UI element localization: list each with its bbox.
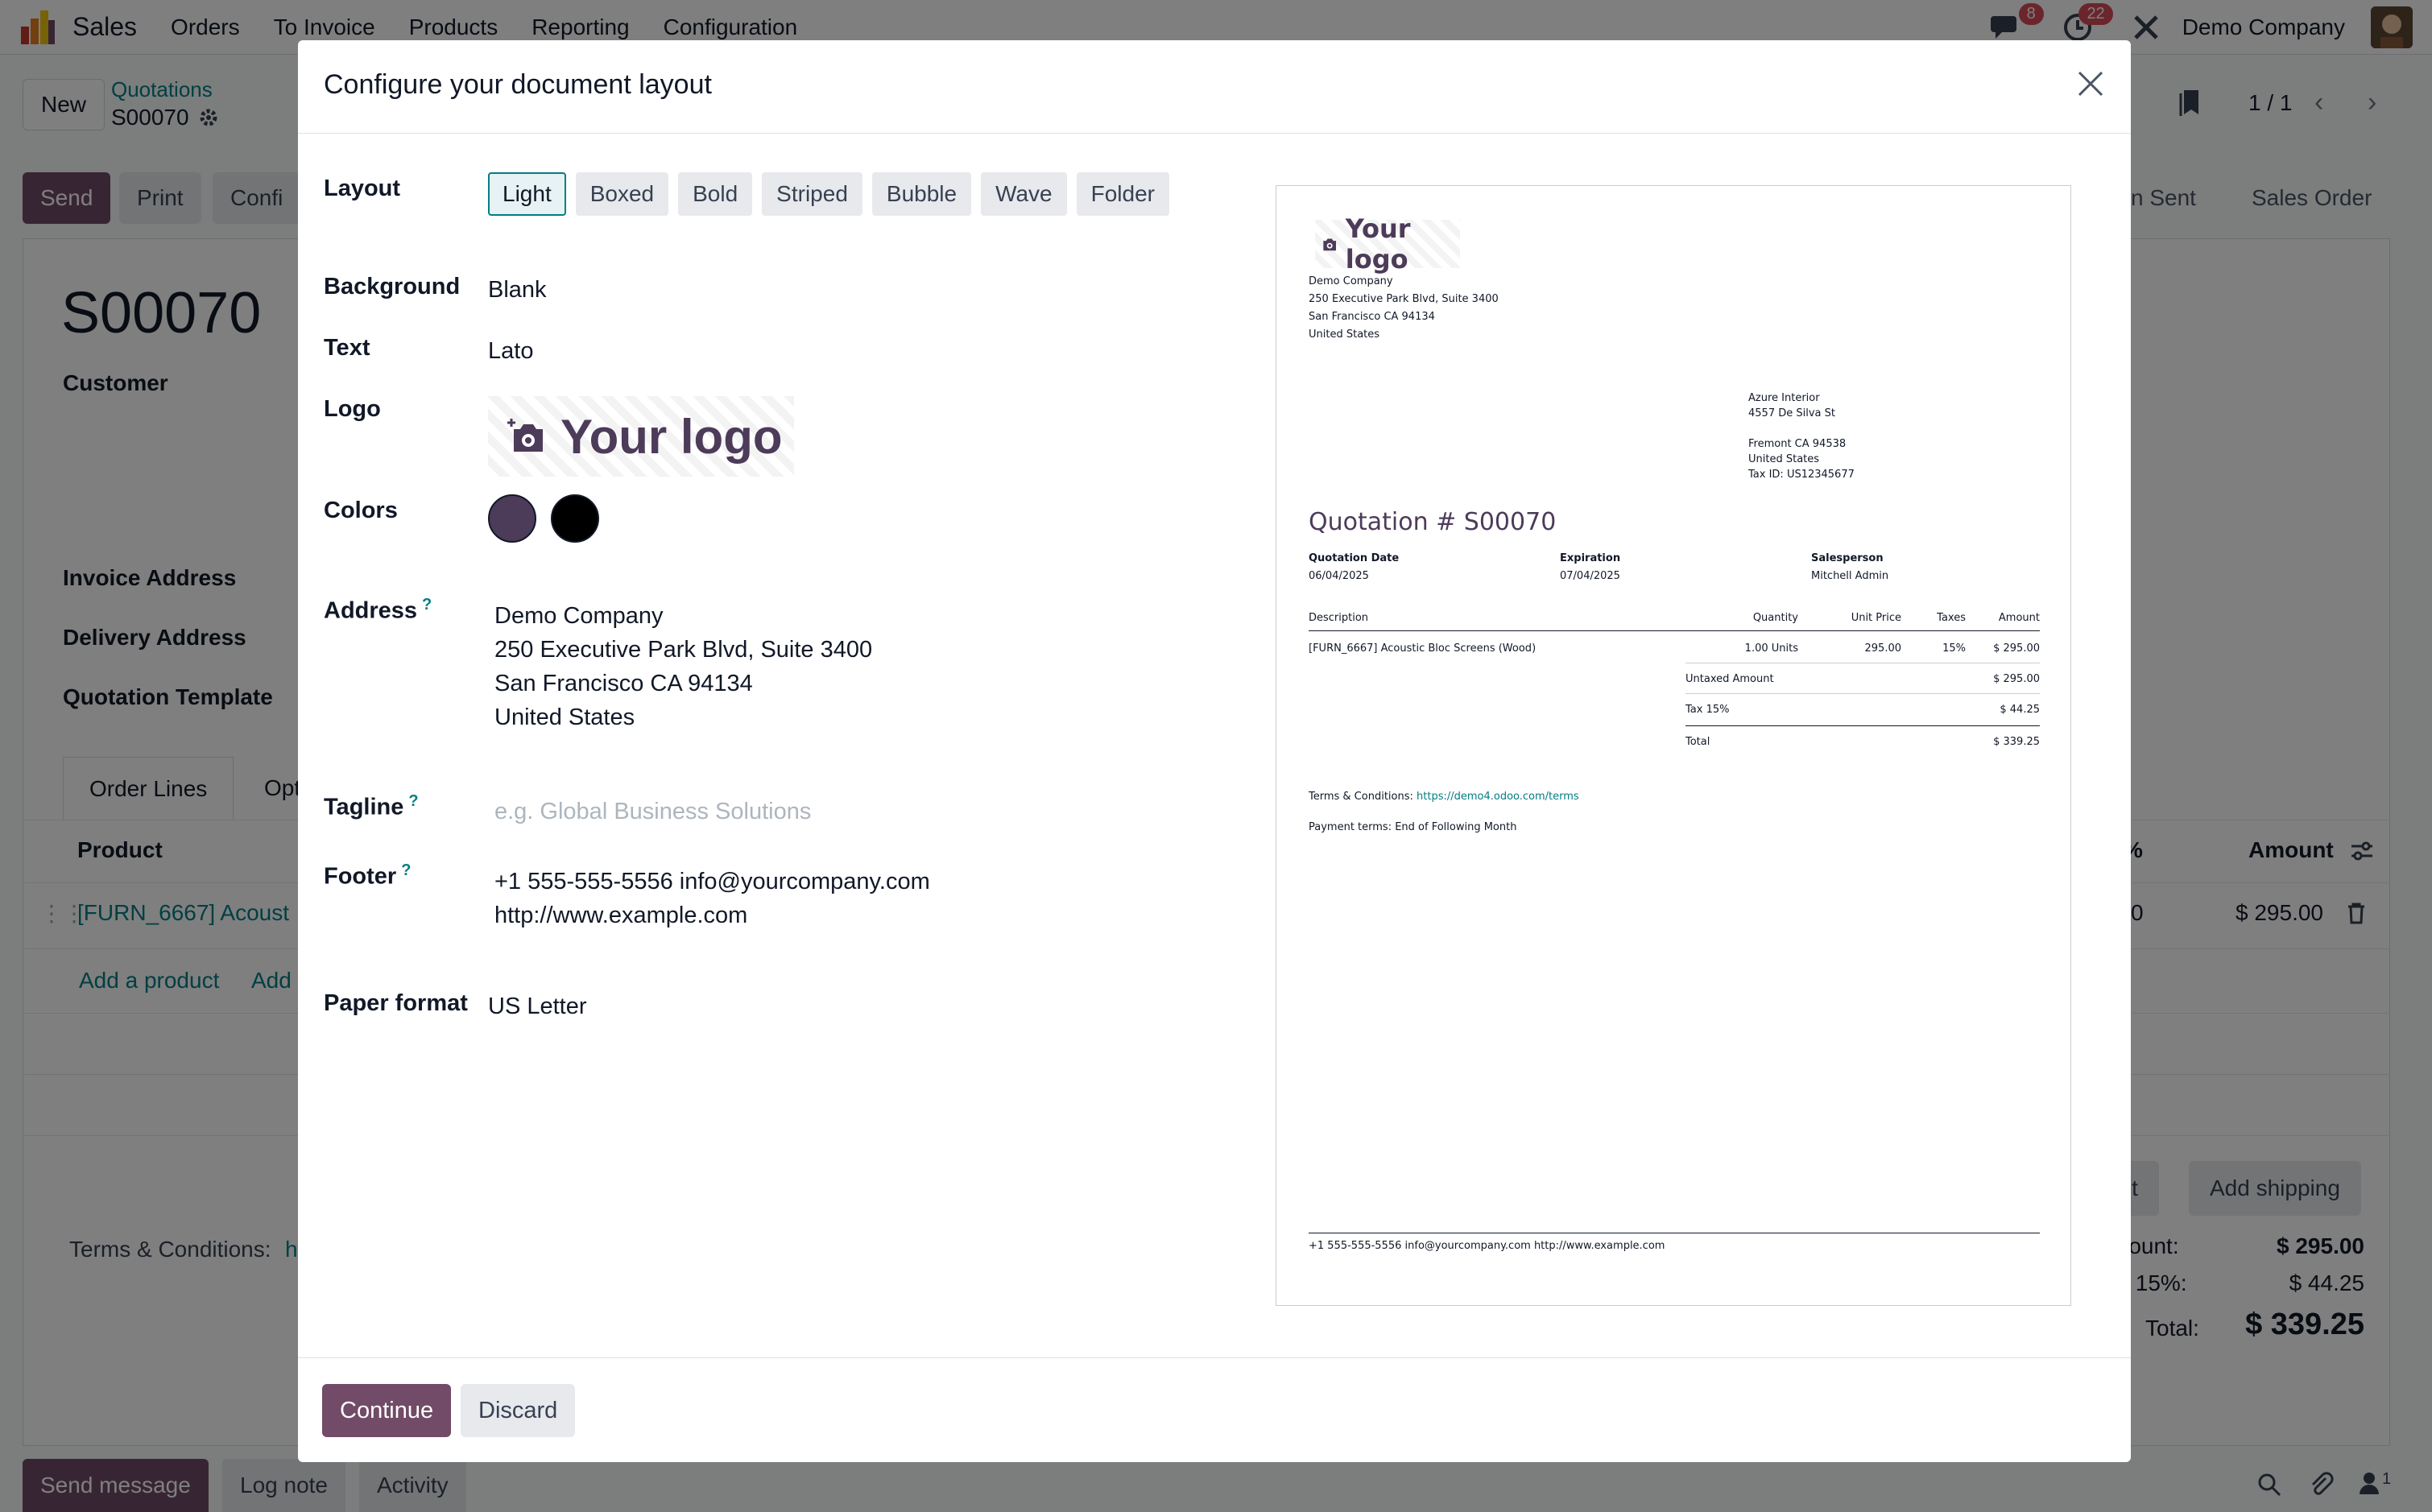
preview-title: Quotation # S00070 [1309, 508, 1557, 536]
preview-col-taxes: Taxes [1937, 612, 1966, 624]
paper-format-label: Paper format [324, 990, 468, 1016]
preview-salesperson-label: Salesperson [1811, 552, 1884, 564]
layout-config-dialog: Configure your document layout Layout Li… [298, 40, 2131, 1462]
preview-terms-label: Terms & Conditions: [1309, 791, 1413, 803]
preview-customer-line: United States [1748, 453, 1820, 465]
layout-option-folder[interactable]: Folder [1076, 172, 1169, 216]
help-icon[interactable]: ? [422, 596, 432, 613]
preview-customer-line: 4557 De Silva St [1748, 407, 1835, 419]
layout-option-striped[interactable]: Striped [762, 172, 862, 216]
tagline-label: Tagline? [324, 792, 419, 821]
modal-footer: Continue Discard [298, 1357, 2131, 1462]
tagline-label-text: Tagline [324, 794, 404, 820]
address-line: 250 Executive Park Blvd, Suite 3400 [494, 637, 873, 663]
preview-terms: Terms & Conditions: https://demo4.odoo.c… [1309, 788, 1579, 806]
footer-line: http://www.example.com [494, 903, 748, 928]
preview-divider [1685, 725, 2040, 726]
preview-untaxed-value: $ 295.00 [1993, 673, 2040, 685]
preview-quotation-date: 06/04/2025 [1309, 570, 1369, 582]
preview-company-line: United States [1309, 328, 1380, 341]
help-icon[interactable]: ? [408, 792, 418, 810]
discard-button[interactable]: Discard [461, 1384, 576, 1437]
preview-customer-line: Fremont CA 94538 [1748, 438, 1847, 450]
help-icon[interactable]: ? [401, 861, 411, 879]
preview-tax-value: $ 44.25 [2000, 704, 2040, 716]
preview-divider [1309, 630, 2040, 631]
camera-icon [507, 419, 543, 452]
preview-line-description: [FURN_6667] Acoustic Bloc Screens (Wood) [1309, 642, 1537, 655]
preview-company-address: Demo Company 250 Executive Park Blvd, Su… [1309, 273, 1499, 344]
tagline-input[interactable]: e.g. Global Business Solutions [494, 799, 811, 825]
preview-col-unit-price: Unit Price [1851, 612, 1901, 624]
close-icon[interactable] [2076, 69, 2105, 98]
paper-format-select[interactable]: US Letter [488, 994, 587, 1020]
preview-divider [1685, 693, 2040, 694]
footer-line: +1 555-555-5556 info@yourcompany.com [494, 869, 930, 894]
font-select[interactable]: Lato [488, 338, 533, 365]
logo-label: Logo [324, 396, 381, 422]
document-preview: Your logo Demo Company 250 Executive Par… [1276, 185, 2071, 1306]
address-label: Address? [324, 596, 432, 625]
address-field[interactable]: Demo Company 250 Executive Park Blvd, Su… [494, 599, 872, 734]
preview-footer: +1 555-555-5556 info@yourcompany.com htt… [1309, 1240, 1665, 1252]
continue-button[interactable]: Continue [322, 1384, 452, 1437]
preview-customer-line: Tax ID: US12345677 [1748, 469, 1855, 481]
preview-payment-terms: Payment terms: End of Following Month [1309, 821, 1517, 833]
address-label-text: Address [324, 597, 418, 624]
address-line: United States [494, 704, 635, 730]
layout-options: Light Boxed Bold Striped Bubble Wave Fol… [488, 172, 1169, 216]
preview-col-quantity: Quantity [1752, 612, 1798, 624]
preview-customer-line [1748, 421, 1855, 436]
preview-quotation-date-label: Quotation Date [1309, 552, 1400, 564]
preview-terms-link: https://demo4.odoo.com/terms [1417, 791, 1579, 803]
text-label: Text [324, 335, 370, 361]
preview-logo-text: Your logo [1345, 213, 1411, 275]
logo-placeholder-text: Your logo [560, 409, 783, 464]
preview-customer-address: Azure Interior 4557 De Silva St Fremont … [1748, 390, 1855, 482]
footer-label: Footer? [324, 861, 411, 890]
footer-field[interactable]: +1 555-555-5556 info@yourcompany.com htt… [494, 865, 930, 932]
preview-total-label: Total [1685, 736, 1710, 748]
preview-logo: Your logo [1315, 213, 1460, 275]
preview-customer-line: Azure Interior [1748, 392, 1820, 404]
footer-label-text: Footer [324, 863, 397, 890]
preview-expiration: 07/04/2025 [1560, 570, 1620, 582]
preview-salesperson: Mitchell Admin [1811, 570, 1889, 582]
modal-header: Configure your document layout [298, 40, 2131, 134]
primary-color-picker[interactable] [488, 494, 536, 543]
background-select[interactable]: Blank [488, 277, 547, 304]
address-line: Demo Company [494, 603, 664, 629]
layout-option-bubble[interactable]: Bubble [871, 172, 972, 216]
layout-option-bold[interactable]: Bold [678, 172, 753, 216]
preview-company-line: Demo Company [1309, 275, 1393, 287]
preview-total-value: $ 339.25 [1993, 736, 2040, 748]
preview-company-line: San Francisco CA 94134 [1309, 311, 1435, 323]
preview-col-description: Description [1309, 612, 1369, 624]
preview-expiration-label: Expiration [1560, 552, 1621, 564]
background-label: Background [324, 274, 461, 300]
preview-tax-label: Tax 15% [1685, 704, 1730, 716]
preview-untaxed-label: Untaxed Amount [1685, 673, 1774, 685]
preview-line-taxes: 15% [1942, 642, 1966, 655]
modal-title: Configure your document layout [324, 69, 712, 100]
logo-upload[interactable]: Your logo [488, 396, 794, 477]
preview-line-quantity: 1.00 Units [1744, 642, 1798, 655]
address-line: San Francisco CA 94134 [494, 671, 753, 696]
preview-line-amount: $ 295.00 [1993, 642, 2040, 655]
layout-option-light[interactable]: Light [488, 172, 566, 216]
preview-company-line: 250 Executive Park Blvd, Suite 3400 [1309, 293, 1499, 305]
layout-option-boxed[interactable]: Boxed [575, 172, 669, 216]
colors-label: Colors [324, 498, 398, 523]
preview-col-amount: Amount [1998, 612, 2040, 624]
camera-icon [1323, 238, 1337, 251]
preview-line-unit-price: 295.00 [1864, 642, 1902, 655]
layout-option-wave[interactable]: Wave [981, 172, 1067, 216]
secondary-color-picker[interactable] [551, 494, 599, 543]
layout-label: Layout [324, 176, 401, 201]
